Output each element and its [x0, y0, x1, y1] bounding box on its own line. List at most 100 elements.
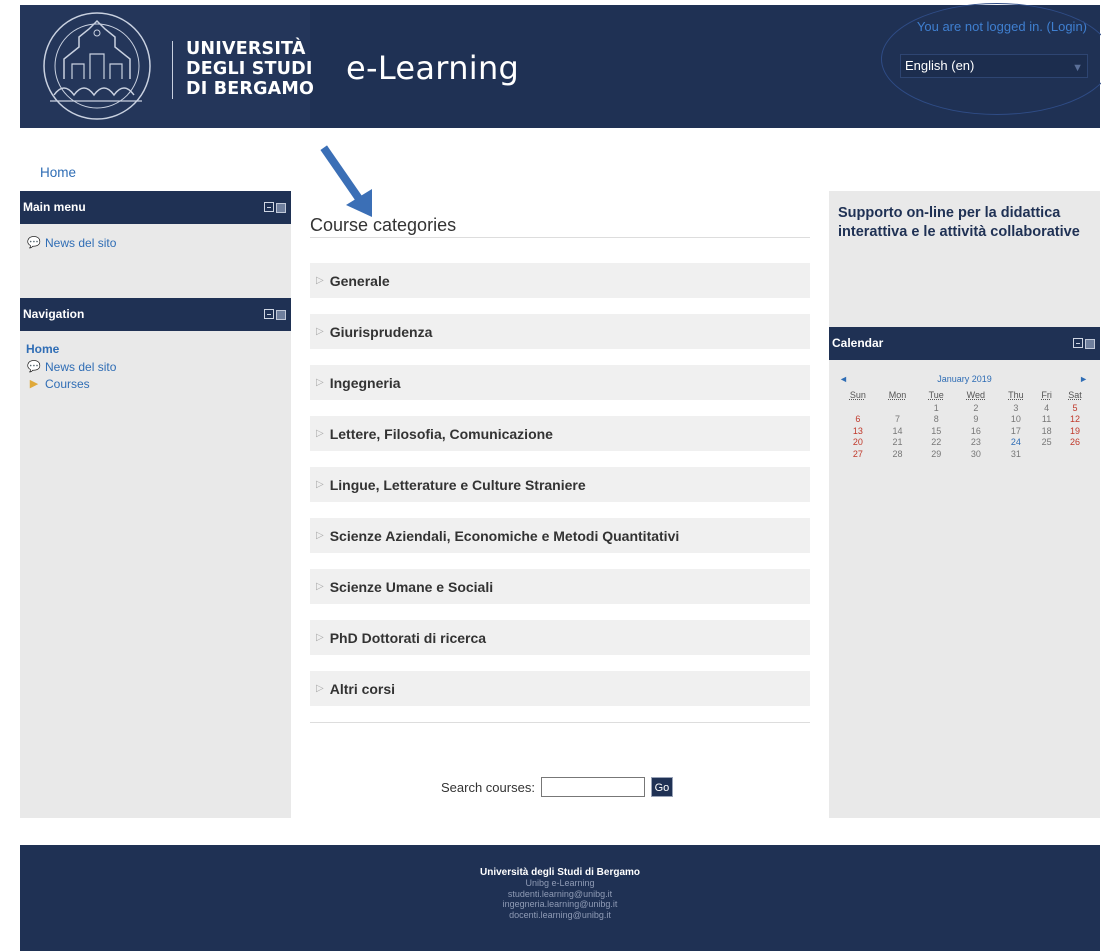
nav-item-label: Courses [45, 376, 90, 391]
weekday-sat: Sat [1068, 390, 1082, 400]
category-list: ▷ Generale ▷ Giurisprudenza ▷ Ingegneria… [310, 263, 810, 722]
nav-item-home[interactable]: Home [26, 341, 285, 358]
calendar-day: 9 [973, 414, 979, 425]
calendar-day: 31 [1010, 448, 1021, 459]
category-scienze-umane[interactable]: ▷ Scienze Umane e Sociali [310, 569, 810, 604]
footer-email-ingegneria[interactable]: ingegneria.learning@unibg.it [20, 899, 1100, 910]
university-name[interactable]: UNIVERSITÀ DEGLI STUDI DI BERGAMO [186, 39, 314, 99]
caret-right-icon: ▷ [316, 479, 324, 490]
category-phd[interactable]: ▷ PhD Dottorati di ricerca [310, 620, 810, 655]
calendar-day-today[interactable]: 24 [998, 437, 1035, 449]
site-footer: Università degli Studi di Bergamo Unibg … [20, 845, 1100, 951]
calendar-day: 20 [852, 437, 863, 448]
next-month-icon[interactable]: ► [1079, 374, 1088, 384]
nav-item-courses[interactable]: ▶ Courses [26, 375, 285, 392]
weekday-sun: Sun [849, 390, 866, 400]
calendar-day: 12 [1069, 414, 1080, 425]
dock-icon[interactable] [276, 203, 286, 213]
calendar-day [877, 402, 918, 414]
weekday-wed: Wed [966, 390, 985, 400]
category-altri-corsi[interactable]: ▷ Altri corsi [310, 671, 810, 706]
annotation-circle [881, 3, 1101, 115]
collapse-icon[interactable] [1073, 338, 1083, 348]
main-menu-title: Main menu [23, 200, 86, 214]
calendar-day [1059, 448, 1091, 460]
block-controls [1073, 338, 1095, 350]
calendar-day [1034, 448, 1059, 460]
dock-icon[interactable] [276, 310, 286, 320]
category-lingue[interactable]: ▷ Lingue, Letterature e Culture Stranier… [310, 467, 810, 502]
calendar-day: 10 [1010, 414, 1021, 425]
calendar-day: 5 [1072, 402, 1078, 413]
collapse-icon[interactable] [264, 202, 274, 212]
category-label: Altri corsi [329, 680, 396, 697]
search-courses-input[interactable] [540, 777, 645, 797]
speech-bubble-icon: 💬 [27, 361, 41, 373]
calendar-day: 14 [892, 425, 903, 436]
main-menu-item-news[interactable]: 💬 News del sito [26, 234, 285, 251]
calendar-day: 19 [1069, 425, 1080, 436]
category-label: Lettere, Filosofia, Comunicazione [329, 425, 553, 442]
calendar-day [839, 402, 877, 414]
right-sidebar [829, 191, 1100, 818]
breadcrumb-home[interactable]: Home [40, 165, 76, 180]
calendar-week: 6 7 8 9 10 11 12 [839, 414, 1091, 426]
calendar-day: 22 [931, 437, 942, 448]
calendar-day: 21 [892, 437, 903, 448]
speech-bubble-icon: 💬 [27, 237, 41, 249]
calendar-week: 13 14 15 16 17 18 19 [839, 425, 1091, 437]
calendar-day: 16 [970, 425, 981, 436]
footer-email-docenti[interactable]: docenti.learning@unibg.it [20, 910, 1100, 921]
caret-right-icon: ▷ [316, 683, 324, 694]
dock-icon[interactable] [1085, 339, 1095, 349]
main-menu-item-label: News del sito [45, 235, 117, 250]
calendar-day: 30 [970, 448, 981, 459]
category-generale[interactable]: ▷ Generale [310, 263, 810, 298]
calendar-header: Calendar [829, 327, 1100, 360]
calendar-day: 11 [1041, 414, 1052, 425]
calendar-day: 7 [895, 414, 901, 425]
brand-line-1: UNIVERSITÀ [186, 39, 306, 59]
calendar-week: 20 21 22 23 24 25 26 [839, 437, 1091, 449]
page-title: Course categories [310, 215, 457, 235]
calendar-weekday-row: Sun Mon Tue Wed Thu Fri Sat [839, 388, 1091, 402]
category-lettere[interactable]: ▷ Lettere, Filosofia, Comunicazione [310, 416, 810, 451]
nav-item-news[interactable]: 💬 News del sito [26, 358, 285, 375]
weekday-fri: Fri [1041, 390, 1052, 400]
brand-divider [172, 41, 173, 99]
calendar-week: 27 28 29 30 31 [839, 448, 1091, 460]
calendar-block: Calendar ◄ January 2019 ► Sun Mon Tue We… [829, 327, 1100, 460]
calendar-day: 27 [852, 448, 863, 459]
collapse-icon[interactable] [264, 309, 274, 319]
caret-right-icon: ▷ [316, 530, 324, 541]
calendar-day: 17 [1010, 425, 1021, 436]
category-scienze-aziendali[interactable]: ▷ Scienze Aziendali, Economiche e Metodi… [310, 518, 810, 553]
annotation-arrow-icon [320, 145, 372, 217]
navigation-body: Home 💬 News del sito ▶ Courses [20, 331, 291, 402]
caret-right-icon: ▷ [316, 581, 324, 592]
category-giurisprudenza[interactable]: ▷ Giurisprudenza [310, 314, 810, 349]
navigation-title: Navigation [23, 307, 85, 321]
category-label: Ingegneria [329, 374, 401, 391]
calendar-day: 3 [1013, 402, 1019, 413]
navigation-header: Navigation [20, 298, 291, 331]
category-label: Scienze Umane e Sociali [329, 578, 494, 595]
caret-right-icon: ▷ [316, 377, 324, 388]
calendar-day: 1 [933, 402, 939, 413]
category-ingegneria[interactable]: ▷ Ingegneria [310, 365, 810, 400]
category-label: Lingue, Letterature e Culture Straniere [329, 476, 586, 493]
category-label: Generale [329, 272, 390, 289]
calendar-day: 29 [931, 448, 942, 459]
block-controls [264, 309, 286, 321]
footer-email-studenti[interactable]: studenti.learning@unibg.it [20, 889, 1100, 900]
site-title[interactable]: e-Learning [346, 49, 519, 87]
triangle-right-icon: ▶ [29, 378, 39, 390]
category-label: Giurisprudenza [329, 323, 433, 340]
caret-right-icon: ▷ [316, 632, 324, 643]
university-seal-logo[interactable] [34, 9, 160, 124]
calendar-month[interactable]: January 2019 [829, 374, 1100, 384]
caret-right-icon: ▷ [316, 428, 324, 439]
calendar-day: 18 [1041, 425, 1052, 436]
search-go-button[interactable]: Go [650, 777, 673, 797]
calendar-day: 28 [892, 448, 903, 459]
